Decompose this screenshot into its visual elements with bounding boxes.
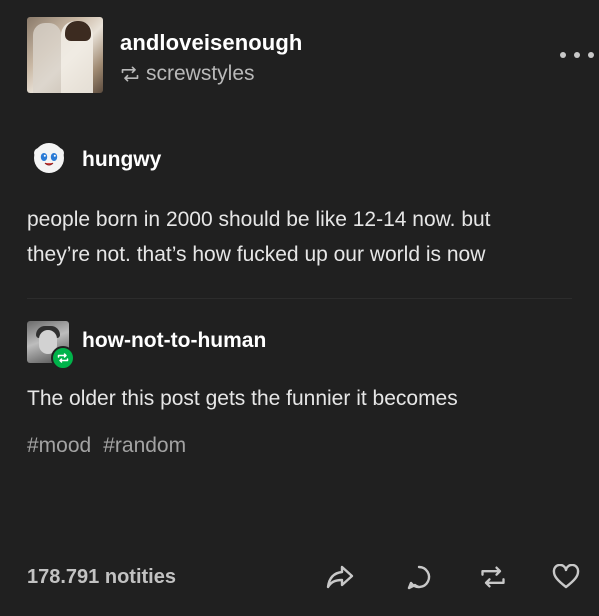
post-username[interactable]: how-not-to-human [82, 329, 266, 353]
post-body: people born in 2000 should be like 12-14… [27, 208, 491, 266]
reblog-icon [121, 66, 139, 82]
post-username[interactable]: hungwy [82, 148, 161, 172]
reply-icon [407, 565, 431, 590]
more-icon-dot [588, 52, 594, 58]
heart-icon [552, 564, 580, 589]
reblog-icon [481, 566, 505, 588]
tag-link[interactable]: #random [103, 434, 186, 458]
reblog-source[interactable]: screwstyles [120, 62, 255, 86]
divider [27, 298, 572, 299]
post-body: The older this post gets the funnier it … [27, 387, 458, 410]
more-icon-dot [574, 52, 580, 58]
tag-link[interactable]: #mood [27, 434, 91, 458]
blog-avatar[interactable] [27, 17, 103, 93]
more-options-button[interactable] [560, 45, 594, 65]
reblog-button[interactable] [478, 562, 508, 592]
notes-count[interactable]: 178.791 notities [27, 566, 176, 589]
share-button[interactable] [325, 562, 355, 592]
like-button[interactable] [551, 562, 581, 592]
blog-name[interactable]: andloveisenough [120, 30, 302, 56]
share-icon [326, 565, 354, 589]
reply-button[interactable] [404, 562, 434, 592]
reblog-badge-icon [51, 346, 75, 370]
hungwy-avatar[interactable] [32, 141, 66, 175]
reblog-icon [57, 353, 69, 363]
reblogged-from-name: screwstyles [146, 62, 255, 85]
more-icon [560, 52, 566, 58]
post-tags: #mood #random [27, 434, 186, 458]
